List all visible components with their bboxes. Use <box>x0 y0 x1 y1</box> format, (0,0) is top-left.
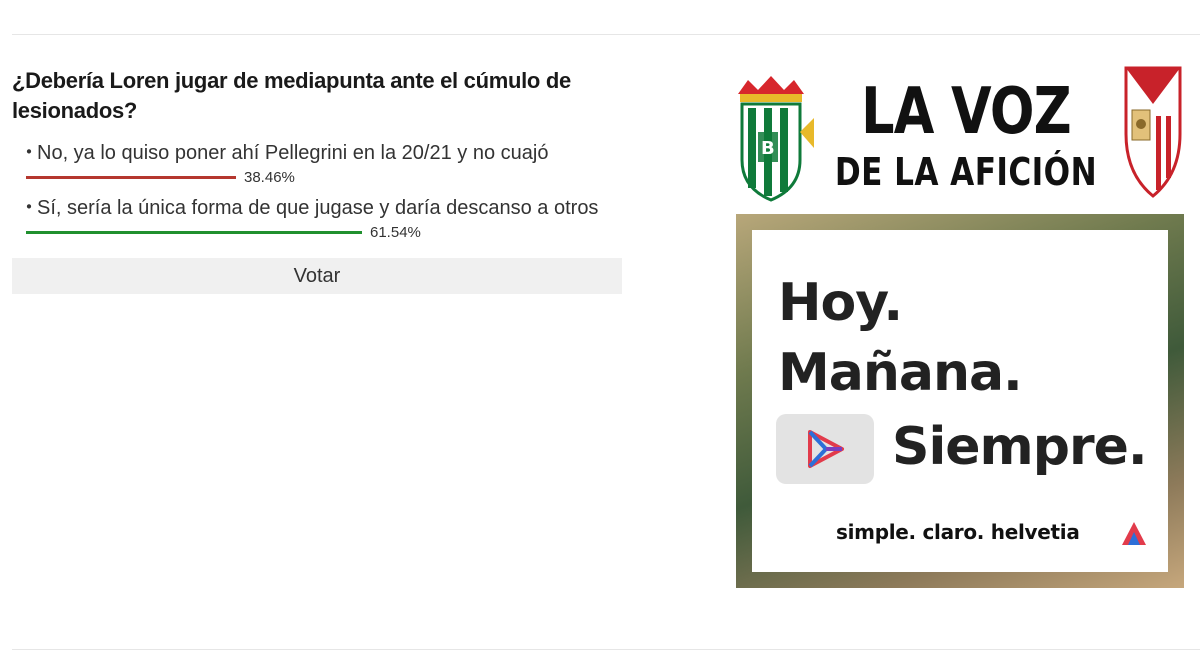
sevilla-fc-crest-icon <box>1124 66 1182 198</box>
poll-result-bar <box>26 230 362 234</box>
ad-slogan: simple. claro. helvetia <box>836 520 1080 544</box>
ad-line-always: Siempre. <box>892 417 1148 477</box>
ad-line-today: Hoy. <box>778 273 903 333</box>
poll-option[interactable]: ・Sí, sería la única forma de que jugase … <box>12 195 622 242</box>
play-icon <box>776 414 874 484</box>
poll-option-label[interactable]: ・No, ya lo quiso poner ahí Pellegrini en… <box>12 140 622 167</box>
vote-button[interactable]: Votar <box>12 258 622 294</box>
helvetia-logo-icon <box>1122 522 1146 545</box>
ad-line-tomorrow: Mañana. <box>778 343 1023 403</box>
option-bullet: ・ <box>19 142 39 164</box>
poll-option[interactable]: ・No, ya lo quiso poner ahí Pellegrini en… <box>12 140 622 187</box>
poll-option-label[interactable]: ・Sí, sería la única forma de que jugase … <box>12 195 622 222</box>
real-betis-crest-icon: B <box>738 76 814 202</box>
advertisement-banner[interactable]: B LA VOZ DE LA AFICIÓN Hoy. Mañana. Siem… <box>736 64 1184 588</box>
bottom-divider <box>12 649 1200 650</box>
ad-title-line1: LA VOZ <box>861 75 1072 149</box>
ad-card: Hoy. Mañana. Siempre. simple. claro. hel… <box>752 230 1168 572</box>
top-divider <box>12 34 1200 35</box>
poll-widget: ¿Debería Loren jugar de mediapunta ante … <box>12 66 622 294</box>
poll-question: ¿Debería Loren jugar de mediapunta ante … <box>12 68 571 123</box>
poll-option-text: No, ya lo quiso poner ahí Pellegrini en … <box>37 142 549 164</box>
poll-result-bar <box>26 175 236 179</box>
ad-header: B LA VOZ DE LA AFICIÓN <box>736 64 1184 214</box>
poll-result-percent: 61.54% <box>370 223 421 241</box>
ad-title-line2: DE LA AFICIÓN <box>834 150 1098 194</box>
svg-text:B: B <box>761 138 775 159</box>
poll-result-percent: 38.46% <box>244 168 295 186</box>
poll-option-text: Sí, sería la única forma de que jugase y… <box>37 197 599 219</box>
poll-result-row: 38.46% <box>26 167 622 187</box>
option-bullet: ・ <box>19 197 39 219</box>
poll-result-row: 61.54% <box>26 222 622 242</box>
